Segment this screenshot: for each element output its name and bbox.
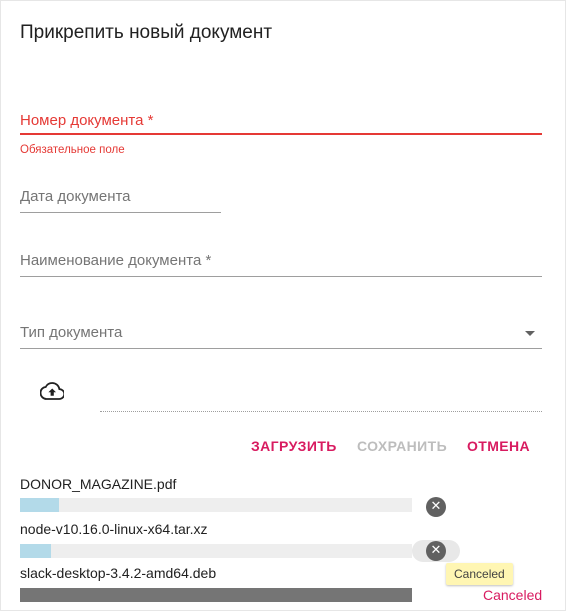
file-progress-fill — [20, 588, 412, 602]
dialog-title: Прикрепить новый документ — [20, 22, 273, 43]
file-name: DONOR_MAGAZINE.pdf — [20, 476, 177, 492]
doc-name-underline — [20, 276, 542, 277]
canceled-tooltip: Canceled — [446, 563, 513, 585]
doc-number-label: Номер документа * — [20, 112, 154, 129]
close-circle-icon[interactable]: ✕ — [426, 541, 446, 561]
chevron-down-icon — [525, 331, 535, 336]
doc-name-label: Наименование документа * — [20, 252, 212, 269]
close-circle-icon[interactable]: ✕ — [426, 497, 446, 517]
file-progress-fill — [20, 498, 60, 512]
upload-dropzone-line[interactable] — [100, 411, 542, 412]
file-progress-bar — [20, 498, 412, 512]
doc-number-underline — [20, 133, 542, 135]
file-status-label: Canceled — [483, 587, 543, 603]
cloud-upload-icon[interactable] — [39, 381, 66, 401]
doc-type-label: Тип документа — [20, 324, 123, 341]
attach-document-dialog: Прикрепить новый документ Номер документ… — [0, 0, 566, 611]
doc-type-underline — [20, 348, 542, 349]
file-name: slack-desktop-3.4.2-amd64.deb — [20, 565, 217, 581]
file-progress-bar — [20, 544, 412, 558]
doc-date-field[interactable]: Дата документа — [20, 188, 221, 214]
file-name: node-v10.16.0-linux-x64.tar.xz — [20, 521, 208, 537]
doc-number-error: Обязательное поле — [20, 144, 125, 156]
cancel-button[interactable]: ОТМЕНА — [467, 438, 530, 454]
doc-name-field[interactable]: Наименование документа * — [20, 252, 542, 278]
doc-number-field[interactable]: Номер документа * — [20, 112, 542, 136]
file-progress-bar — [20, 588, 412, 602]
doc-type-select[interactable]: Тип документа — [20, 324, 542, 350]
save-button[interactable]: СОХРАНИТЬ — [357, 438, 447, 454]
doc-date-underline — [20, 212, 221, 213]
doc-date-label: Дата документа — [20, 188, 131, 205]
upload-button[interactable]: ЗАГРУЗИТЬ — [251, 438, 337, 454]
file-progress-fill — [20, 544, 52, 558]
